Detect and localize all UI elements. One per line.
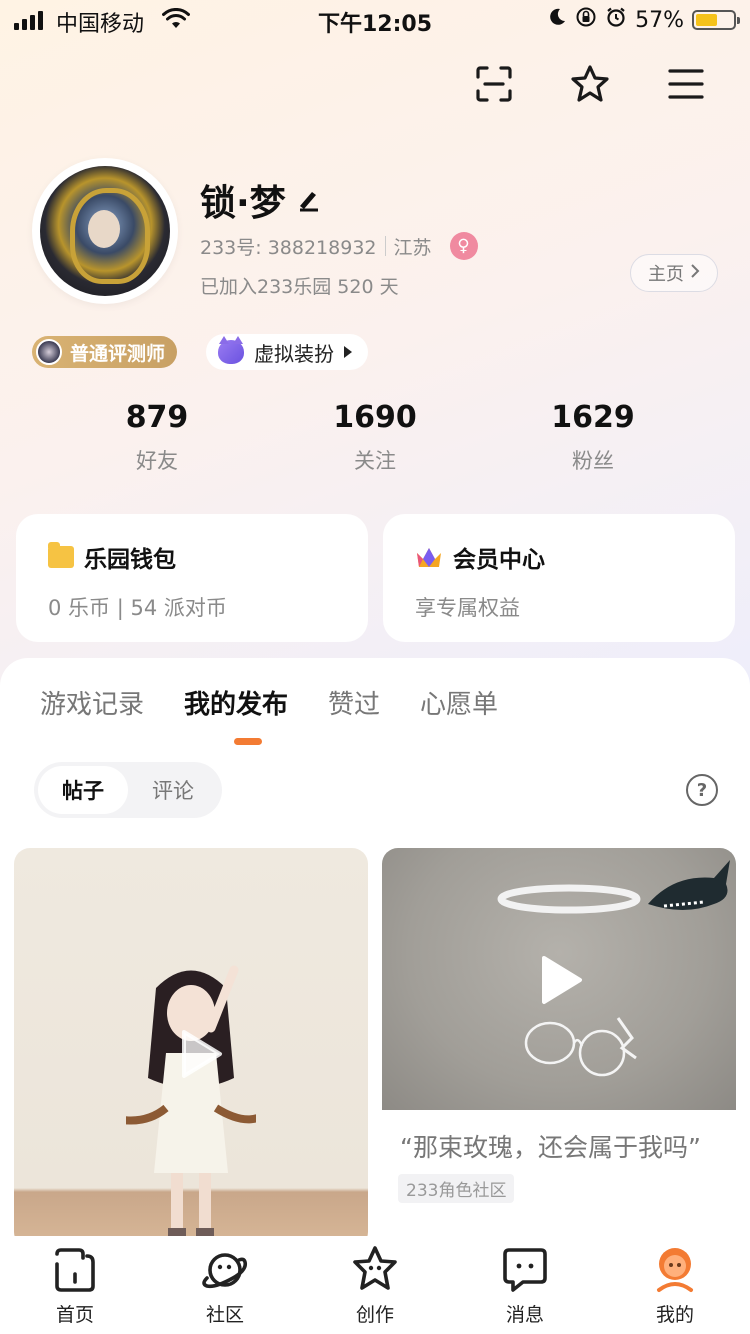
chevron-right-icon [690, 263, 700, 284]
content-tabs: 游戏记录 我的发布 赞过 心愿单 [40, 684, 498, 721]
active-tab-indicator [234, 738, 262, 745]
post-thumbnail [382, 848, 736, 1110]
vip-card[interactable]: 会员中心 享专属权益 [383, 514, 735, 642]
dress-up-button[interactable]: 虚拟装扮 [206, 334, 368, 370]
crown-icon [415, 545, 443, 569]
home-icon [55, 1247, 95, 1292]
tester-avatar-icon [36, 339, 62, 365]
moon-icon [547, 7, 567, 33]
username: 锁·梦 [200, 183, 286, 224]
nav-label: 消息 [505, 1303, 544, 1326]
nav-label: 社区 [205, 1303, 244, 1326]
wallet-title: 乐园钱包 [84, 547, 176, 573]
home-page-label: 主页 [648, 264, 684, 285]
tab-liked[interactable]: 赞过 [328, 684, 380, 721]
stat-friends[interactable]: 879 好友 [48, 400, 266, 475]
planet-icon [202, 1252, 248, 1288]
nav-label: 我的 [655, 1303, 694, 1326]
scan-icon[interactable] [472, 62, 516, 106]
nav-me[interactable]: 我的 [620, 1244, 730, 1327]
tab-my-posts[interactable]: 我的发布 [184, 684, 288, 721]
star-outline-icon[interactable] [568, 62, 612, 106]
rotation-lock-icon [575, 6, 597, 34]
uid-line: 233号: 388218932 江苏 ♀ [200, 232, 478, 260]
tester-label: 普通评测师 [70, 342, 166, 365]
play-triangle-icon [344, 346, 352, 358]
stats-row: 879 好友 1690 关注 1629 粉丝 [48, 400, 702, 475]
wallet-card[interactable]: 乐园钱包 0 乐币 | 54 派对币 [16, 514, 368, 642]
stat-fans[interactable]: 1629 粉丝 [484, 400, 702, 475]
wallet-icon [48, 542, 74, 568]
stat-value: 1690 [333, 400, 417, 435]
username-row: 锁·梦 [200, 174, 322, 226]
shark-decoration [648, 860, 730, 910]
play-icon[interactable] [540, 954, 584, 1006]
chat-icon [503, 1247, 547, 1292]
home-page-button[interactable]: 主页 [630, 254, 718, 292]
segment-comments[interactable]: 评论 [128, 766, 218, 814]
bottom-nav: 首页 社区 创作 消息 我的 [0, 1236, 750, 1334]
segment-posts[interactable]: 帖子 [38, 766, 128, 814]
stat-value: 879 [125, 400, 189, 435]
status-bar: 中国移动 下午12:05 57% [0, 0, 750, 40]
alarm-icon [605, 6, 627, 34]
glasses-decoration [524, 1017, 637, 1077]
avatar[interactable] [32, 158, 178, 304]
wallet-balance: 0 乐币 | 54 派对币 [48, 596, 227, 620]
uid: 233号: 388218932 [200, 236, 377, 259]
post-title: “那束玫瑰，还会属于我吗” [400, 1133, 701, 1162]
post-thumbnail [126, 965, 256, 1248]
vip-title: 会员中心 [453, 547, 545, 573]
stat-value: 1629 [551, 400, 635, 435]
nav-home[interactable]: 首页 [20, 1244, 130, 1327]
stat-label: 关注 [354, 449, 396, 473]
post-card[interactable] [14, 848, 368, 1248]
post-tag[interactable]: 233角色社区 [398, 1174, 515, 1203]
profile-avatar-icon [657, 1247, 693, 1292]
stat-label: 好友 [136, 449, 178, 473]
tester-badge[interactable]: 普通评测师 [32, 336, 178, 368]
edit-pencil-icon[interactable] [296, 180, 322, 221]
post-card[interactable]: “那束玫瑰，还会属于我吗” 233角色社区 [382, 848, 736, 1248]
post-type-switch: 帖子 评论 [34, 762, 222, 818]
stat-following[interactable]: 1690 关注 [266, 400, 484, 475]
stat-label: 粉丝 [572, 449, 614, 473]
vip-subtitle: 享专属权益 [415, 596, 520, 620]
tab-game-records[interactable]: 游戏记录 [40, 684, 144, 721]
nav-create[interactable]: 创作 [320, 1244, 430, 1327]
tab-wishlist[interactable]: 心愿单 [420, 684, 498, 721]
region: 江苏 [393, 236, 432, 259]
battery-percent: 57% [635, 7, 684, 33]
cat-icon [218, 336, 244, 364]
gender-female-icon: ♀ [449, 232, 478, 260]
play-icon[interactable] [180, 1028, 224, 1080]
nav-label: 创作 [355, 1303, 394, 1326]
dress-up-label: 虚拟装扮 [254, 341, 334, 366]
battery-icon [692, 10, 740, 30]
nav-community[interactable]: 社区 [170, 1244, 280, 1327]
joined-days: 已加入233乐园 520 天 [200, 276, 399, 298]
nav-label: 首页 [55, 1303, 94, 1326]
help-icon[interactable]: ? [686, 774, 718, 806]
star-face-icon [353, 1245, 397, 1290]
halo-decoration [497, 884, 641, 914]
nav-messages[interactable]: 消息 [470, 1244, 580, 1327]
menu-icon[interactable] [664, 62, 708, 106]
